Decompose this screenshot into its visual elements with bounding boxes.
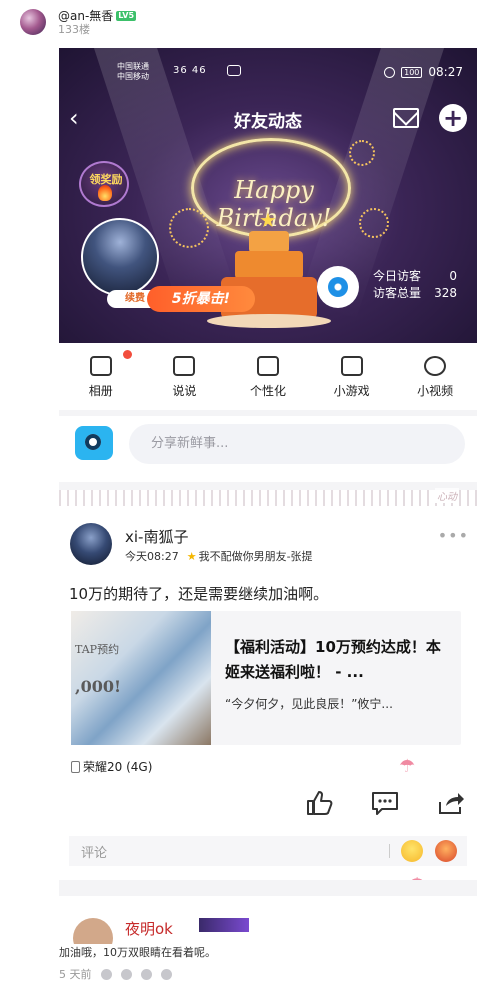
reply-icon[interactable] [140, 968, 152, 980]
card-description: “今夕何夕，见此良辰！”攸宁... [225, 697, 393, 711]
more-options-icon[interactable]: ••• [438, 526, 469, 545]
level-badge: LV5 [116, 11, 137, 21]
comment-bar[interactable]: 评论 [69, 836, 467, 866]
cake-tier [249, 231, 289, 253]
star-icon: ★ [186, 550, 197, 563]
reward-button[interactable]: 领奖励 [79, 161, 129, 207]
feed-meta: 今天08:27 ★ 我不配做你男朋友-张提 [125, 548, 313, 564]
chat-icon [173, 356, 196, 376]
album-icon [89, 356, 112, 376]
cake-plate [207, 314, 331, 328]
tool-video[interactable]: 小视频 [393, 348, 477, 410]
link-card[interactable]: TAP预约 ,000! 【福利活动】10万预约达成！本姬来送福利啦！ - ...… [71, 611, 461, 745]
deco-text: 心动 [435, 488, 459, 503]
nav-bar: ‹ 好友动态 + [59, 103, 477, 135]
mail-icon[interactable] [393, 108, 419, 128]
thumbs-down-icon[interactable] [120, 968, 132, 980]
shirt-icon [256, 356, 279, 376]
avatar[interactable] [20, 9, 46, 35]
card-title: 【福利活动】10万预约达成！本姬来送福利啦！ - ... [225, 638, 441, 681]
like-icon[interactable] [305, 790, 333, 816]
signal-strength: 36 46 [173, 65, 207, 76]
emoji-icon[interactable] [401, 840, 423, 862]
sale-banner[interactable]: 5折暴击! [147, 286, 255, 312]
reply-meta: 5 天前 [59, 966, 172, 982]
comment-input[interactable]: 评论 [81, 842, 107, 861]
carrier-labels: 中国联通 中国移动 [117, 62, 149, 81]
share-input[interactable]: 分享新鲜事... [129, 424, 465, 464]
gamepad-icon [340, 356, 363, 376]
visitor-stats[interactable]: 今日访客 0 访客总量 328 [373, 268, 457, 302]
phone-icon [71, 761, 80, 773]
more-icon[interactable] [160, 968, 172, 980]
feed-username[interactable]: xi-南狐子 [125, 526, 188, 547]
birthday-banner: 中国联通 中国移动 36 46 100 08:27 ‹ 好友动态 + 领奖励 H… [59, 48, 477, 343]
divider [389, 844, 390, 858]
feed-time: 今天08:27 [125, 550, 179, 563]
divider [59, 482, 477, 490]
profile-avatar[interactable] [81, 218, 159, 296]
feed-username[interactable]: 夜明ok [125, 918, 173, 939]
device-label: 荣耀20 (4G) [71, 758, 152, 775]
tool-personalize[interactable]: 个性化 [226, 348, 310, 410]
next-feed-item[interactable]: 夜明ok [59, 914, 477, 944]
share-icon[interactable] [437, 790, 465, 816]
phone-screenshot[interactable]: 中国联通 中国移动 36 46 100 08:27 ‹ 好友动态 + 领奖励 H… [59, 48, 477, 944]
umbrella-icon: ☂ [399, 756, 416, 777]
firework-icon [359, 208, 389, 238]
notification-dot [123, 350, 132, 359]
tool-games[interactable]: 小游戏 [310, 348, 394, 410]
divider [59, 880, 477, 896]
feed-avatar[interactable] [70, 523, 112, 565]
tool-say[interactable]: 说说 [143, 348, 227, 410]
avatar[interactable] [73, 918, 113, 944]
vip-badge [199, 918, 249, 932]
wifi-icon [227, 65, 241, 76]
relation-label: 我不配做你男朋友-张提 [198, 550, 313, 563]
status-bar: 中国联通 中国移动 36 46 100 08:27 [117, 60, 463, 86]
alarm-icon [384, 66, 396, 78]
floor-number: 133楼 [58, 23, 90, 36]
comment-header: @an-無香 LV5 133楼 [0, 0, 496, 42]
star-icon: ★ [259, 208, 277, 232]
clock: 08:27 [428, 65, 463, 79]
add-button[interactable]: + [439, 104, 467, 132]
fire-icon [98, 185, 112, 201]
tool-row: 相册 说说 个性化 小游戏 小视频 [59, 348, 477, 410]
reply-time: 5 天前 [59, 968, 92, 981]
feed-text: 10万的期待了，还是需要继续加油啊。 [69, 585, 329, 603]
camera-icon[interactable] [75, 426, 113, 460]
share-bar: 分享新鲜事... [59, 416, 477, 482]
battery-icon: 100 [401, 66, 423, 78]
card-thumbnail: TAP预约 ,000! [71, 611, 211, 745]
cake-tier [235, 251, 303, 279]
thumbs-up-icon[interactable] [100, 968, 112, 980]
tool-album[interactable]: 相册 [59, 348, 143, 410]
comment-icon[interactable] [371, 790, 399, 816]
eye-icon[interactable] [317, 266, 359, 308]
decorative-border: 心动 [59, 488, 477, 506]
screen: @an-無香 LV5 133楼 中国联通 中国移动 36 46 100 08:27 [0, 0, 496, 984]
firework-icon [349, 140, 375, 166]
reply-text: 加油哦，10万双眼睛在看着呢。 [59, 946, 216, 959]
sticker-icon[interactable] [435, 840, 457, 862]
video-icon [424, 356, 447, 376]
